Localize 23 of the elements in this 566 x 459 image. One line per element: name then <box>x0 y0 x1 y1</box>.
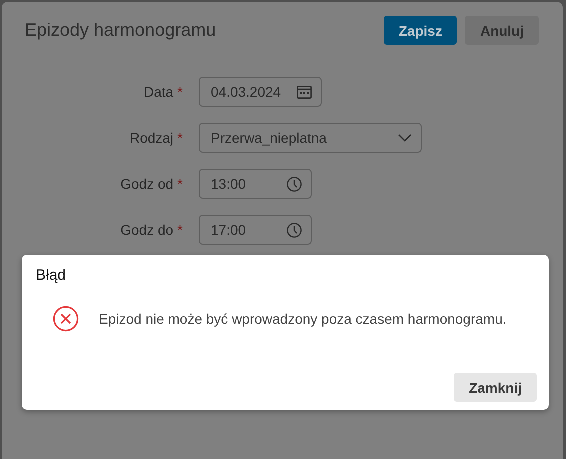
save-button[interactable]: Zapisz <box>384 16 458 45</box>
error-title: Błąd <box>36 267 68 284</box>
calendar-icon[interactable] <box>297 86 312 98</box>
chevron-down-icon[interactable] <box>398 134 412 142</box>
required-mark: * <box>178 176 183 192</box>
cancel-button[interactable]: Anuluj <box>465 16 539 45</box>
field-label: Godz od <box>120 176 174 192</box>
close-button[interactable]: Zamknij <box>454 373 537 402</box>
required-mark: * <box>178 222 183 238</box>
error-message: Epizod nie może być wprowadzony poza czasem harmonogramu. <box>99 311 507 327</box>
error-icon <box>53 306 79 332</box>
field-label: Rodzaj <box>130 130 174 146</box>
required-mark: * <box>178 130 183 146</box>
type-dropdown[interactable]: Przerwa_nieplatna <box>199 123 422 153</box>
dialog-title: Epizody harmonogramu <box>25 20 216 41</box>
field-label: Data <box>144 84 174 100</box>
date-field[interactable]: 04.03.2024 <box>199 77 322 107</box>
field-label: Godz do <box>120 222 174 238</box>
time-field[interactable]: 17:00 <box>199 215 312 245</box>
clock-icon[interactable] <box>287 222 302 238</box>
time-field[interactable]: 13:00 <box>199 169 312 199</box>
clock-icon[interactable] <box>287 176 302 192</box>
required-mark: * <box>178 84 183 100</box>
